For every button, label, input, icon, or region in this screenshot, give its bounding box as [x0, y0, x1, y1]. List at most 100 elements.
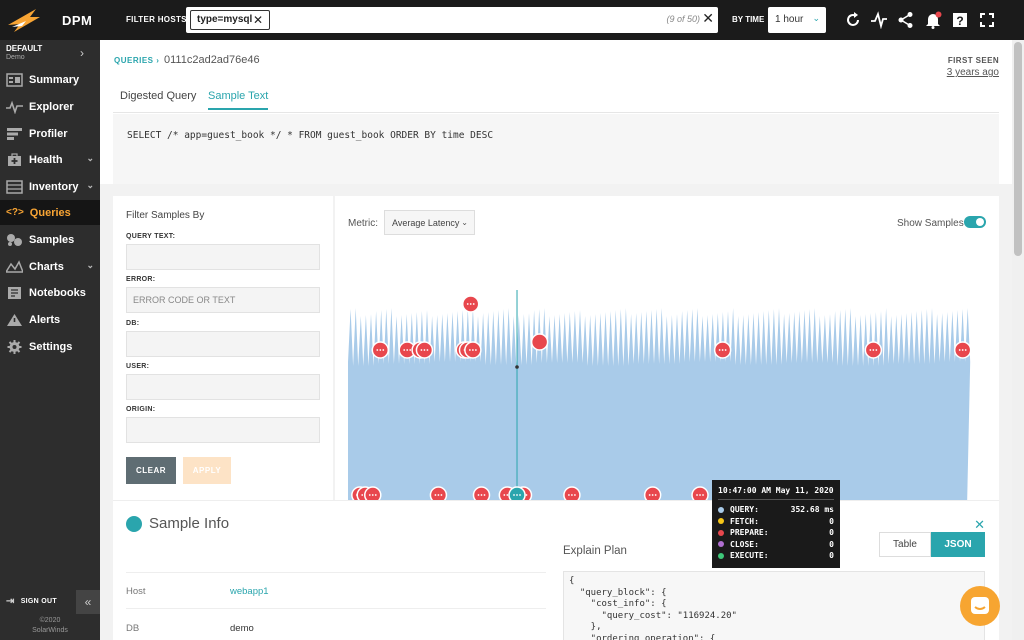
origin-label: ORIGIN:: [126, 406, 156, 413]
sidebar-item-alerts[interactable]: Alerts: [0, 307, 100, 332]
sample-dots-icon: [374, 494, 377, 496]
filter-clear-icon[interactable]: ✕: [702, 10, 714, 27]
json-view-button[interactable]: JSON: [931, 532, 985, 557]
samples-icon: [7, 233, 22, 246]
close-icon[interactable]: ✕: [974, 517, 985, 533]
db-label: DB:: [126, 320, 140, 327]
health-icon: [8, 152, 21, 166]
copyright: ©2020 SolarWinds: [0, 616, 100, 636]
explain-plan-json: { "query_block": { "cost_info": { "query…: [563, 571, 985, 640]
sidebar-item-charts[interactable]: Charts ⌄: [0, 254, 100, 279]
tooltip-row: QUERY: 352.68 ms: [718, 504, 834, 516]
host-value[interactable]: webapp1: [230, 586, 269, 597]
sidebar-item-label: Summary: [29, 73, 80, 86]
chat-button[interactable]: [960, 586, 1000, 626]
sample-dots-icon: [519, 494, 521, 496]
bell-icon[interactable]: [924, 11, 942, 29]
solarwinds-logo-icon[interactable]: [6, 5, 44, 35]
sample-dots-icon: [702, 494, 704, 496]
sample-marker: [530, 333, 549, 351]
first-seen-value[interactable]: 3 years ago: [947, 67, 999, 78]
filter-chip[interactable]: type=mysql ✕: [190, 10, 270, 30]
breadcrumb[interactable]: QUERIES ›: [114, 56, 159, 65]
error-input[interactable]: ERROR CODE OR TEXT: [126, 287, 320, 313]
sample-dots-icon: [440, 494, 443, 496]
sign-out-button[interactable]: ⇥ SIGN OUT: [6, 596, 57, 607]
scrollbar-thumb[interactable]: [1014, 42, 1022, 256]
sample-dots-icon: [426, 349, 429, 351]
filter-count: (9 of 50): [666, 14, 700, 24]
sample-dots-icon: [409, 349, 412, 351]
chevron-down-icon: ⌄: [812, 13, 820, 23]
filter-title: Filter Samples By: [126, 210, 205, 221]
legend-dot-icon: [718, 529, 724, 536]
tooltip-row-label: EXECUTE:: [730, 551, 769, 561]
chart-tooltip: 10:47:00 AM May 11, 2020 QUERY: 352.68 ms…: [712, 480, 840, 568]
sample-marker: [691, 486, 709, 500]
chevron-down-icon: ⌄: [86, 180, 94, 190]
filter-samples-panel: Filter Samples By QUERY TEXT: ERROR: ERR…: [113, 196, 333, 500]
query-text-input[interactable]: [126, 244, 320, 270]
alerts-icon: [7, 313, 22, 326]
sign-out-icon: ⇥: [6, 596, 15, 607]
page-scrollbar[interactable]: [1012, 40, 1024, 640]
sample-dots-icon: [477, 494, 480, 496]
sidebar-item-profiler[interactable]: Profiler: [0, 121, 100, 146]
clear-button[interactable]: CLEAR: [126, 457, 176, 484]
share-icon[interactable]: [897, 11, 915, 29]
tab-digested-query[interactable]: Digested Query: [120, 90, 196, 110]
user-input[interactable]: [126, 374, 320, 400]
fullscreen-icon[interactable]: [978, 11, 996, 29]
first-seen-label: FIRST SEEN: [947, 56, 999, 65]
sidebar-item-summary[interactable]: Summary: [0, 67, 100, 92]
tab-sample-text[interactable]: Sample Text: [208, 90, 269, 110]
sidebar-item-notebooks[interactable]: Notebooks: [0, 280, 100, 305]
db-input[interactable]: [126, 331, 320, 357]
sample-dots-icon: [503, 494, 506, 496]
filter-chip-label: type=mysql: [197, 14, 253, 25]
sample-dots-icon: [466, 303, 469, 305]
time-range-select[interactable]: 1 hour ⌄: [768, 7, 826, 33]
tooltip-row-value: 352.68 ms: [790, 505, 834, 515]
sidebar-item-inventory[interactable]: Inventory ⌄: [0, 174, 100, 199]
sidebar-item-explorer[interactable]: Explorer: [0, 94, 100, 119]
tooltip-row-value: 0: [829, 516, 834, 526]
table-view-button[interactable]: Table: [879, 532, 931, 557]
breadcrumb-queries[interactable]: QUERIES: [114, 56, 154, 65]
collapse-sidebar-icon[interactable]: «: [76, 590, 100, 614]
latency-chart[interactable]: 10:15AM10:20AM10:25AM10:30AM10:35AM10:40…: [335, 196, 999, 500]
chevron-down-icon: ⌄: [86, 260, 94, 270]
activity-icon[interactable]: [870, 11, 888, 29]
sidebar-item-queries[interactable]: <?> Queries: [0, 200, 100, 225]
svg-text:?: ?: [956, 14, 963, 28]
copyright-company: SolarWinds: [32, 627, 68, 634]
chip-remove-icon[interactable]: ✕: [253, 13, 263, 27]
sample-dots-icon: [525, 494, 528, 496]
tooltip-row-label: FETCH:: [730, 516, 759, 526]
sidebar-item-samples[interactable]: Samples: [0, 227, 100, 252]
sample-dots-icon: [420, 349, 423, 351]
tooltip-row-label: QUERY:: [730, 505, 759, 515]
sample-dots-icon: [651, 494, 654, 496]
tooltip-time: 10:47:00 AM May 11, 2020: [718, 486, 834, 500]
refresh-icon[interactable]: [844, 11, 862, 29]
apply-button[interactable]: APPLY: [183, 457, 231, 484]
sidebar-item-settings[interactable]: Settings: [0, 334, 100, 359]
main-content: QUERIES › 0111c2ad2ad76e46 FIRST SEEN 3 …: [100, 40, 1012, 640]
origin-input[interactable]: [126, 417, 320, 443]
sample-marker: [364, 486, 382, 500]
org-name[interactable]: DEFAULT: [6, 44, 42, 53]
help-icon[interactable]: ?: [951, 11, 969, 29]
sidebar-item-label: Notebooks: [29, 286, 86, 299]
sample-dots-icon: [721, 349, 724, 351]
chevron-right-icon[interactable]: ›: [80, 46, 84, 60]
sample-dots-icon: [382, 349, 385, 351]
query-id: 0111c2ad2ad76e46: [164, 54, 260, 66]
sidebar-item-health[interactable]: Health ⌄: [0, 147, 100, 172]
db-label-info: DB: [126, 623, 140, 634]
sidebar-item-label: Explorer: [29, 100, 74, 113]
sample-dots-icon: [406, 349, 409, 351]
tooltip-row-label: PREPARE:: [730, 528, 769, 538]
filter-hosts-input[interactable]: type=mysql ✕ (9 of 50) ✕: [186, 7, 718, 33]
sample-dots-icon: [434, 494, 437, 496]
